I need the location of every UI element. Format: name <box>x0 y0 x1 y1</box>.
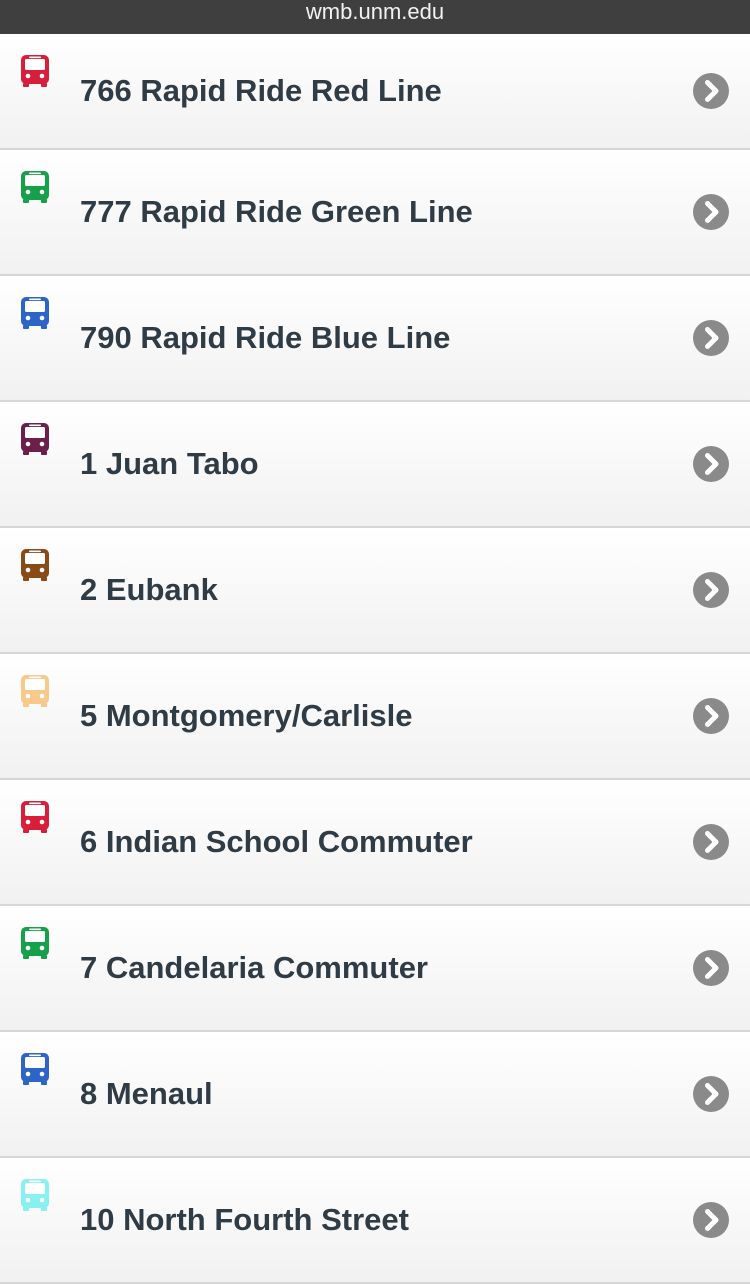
route-label: 7 Candelaria Commuter <box>80 950 428 985</box>
bus-icon <box>21 801 49 833</box>
chevron-right-icon[interactable] <box>692 193 730 231</box>
route-list-item[interactable]: 766 Rapid Ride Red Line <box>0 34 750 150</box>
route-list-item[interactable]: 5 Montgomery/Carlisle <box>0 654 750 780</box>
route-list-item[interactable]: 8 Menaul <box>0 1032 750 1158</box>
chevron-right-icon[interactable] <box>692 445 730 483</box>
bus-icon <box>21 927 49 959</box>
route-label: 766 Rapid Ride Red Line <box>80 73 442 108</box>
bus-icon <box>21 55 49 87</box>
bus-icon <box>21 171 49 203</box>
route-label: 8 Menaul <box>80 1076 213 1111</box>
route-list-item[interactable]: 6 Indian School Commuter <box>0 780 750 906</box>
route-list-item[interactable]: 1 Juan Tabo <box>0 402 750 528</box>
browser-url-bar[interactable]: wmb.unm.edu <box>0 0 750 34</box>
chevron-right-icon[interactable] <box>692 1075 730 1113</box>
route-list-item[interactable]: 7 Candelaria Commuter <box>0 906 750 1032</box>
bus-icon <box>21 1053 49 1085</box>
bus-icon <box>21 675 49 707</box>
route-label: 777 Rapid Ride Green Line <box>80 194 473 229</box>
bus-icon <box>21 423 49 455</box>
route-label: 1 Juan Tabo <box>80 446 259 481</box>
chevron-right-icon[interactable] <box>692 72 730 110</box>
bus-icon <box>21 1179 49 1211</box>
chevron-right-icon[interactable] <box>692 823 730 861</box>
route-label: 6 Indian School Commuter <box>80 824 473 859</box>
route-list: 766 Rapid Ride Red Line 777 Rapid Ride Gr… <box>0 34 750 1284</box>
chevron-right-icon[interactable] <box>692 949 730 987</box>
bus-icon <box>21 297 49 329</box>
chevron-right-icon[interactable] <box>692 319 730 357</box>
route-label: 790 Rapid Ride Blue Line <box>80 320 451 355</box>
chevron-right-icon[interactable] <box>692 697 730 735</box>
route-label: 10 North Fourth Street <box>80 1202 409 1237</box>
bus-icon <box>21 549 49 581</box>
route-list-item[interactable]: 2 Eubank <box>0 528 750 654</box>
route-list-item[interactable]: 790 Rapid Ride Blue Line <box>0 276 750 402</box>
chevron-right-icon[interactable] <box>692 1201 730 1239</box>
route-list-item[interactable]: 777 Rapid Ride Green Line <box>0 150 750 276</box>
route-label: 5 Montgomery/Carlisle <box>80 698 413 733</box>
route-label: 2 Eubank <box>80 572 218 607</box>
route-list-item[interactable]: 10 North Fourth Street <box>0 1158 750 1284</box>
chevron-right-icon[interactable] <box>692 571 730 609</box>
